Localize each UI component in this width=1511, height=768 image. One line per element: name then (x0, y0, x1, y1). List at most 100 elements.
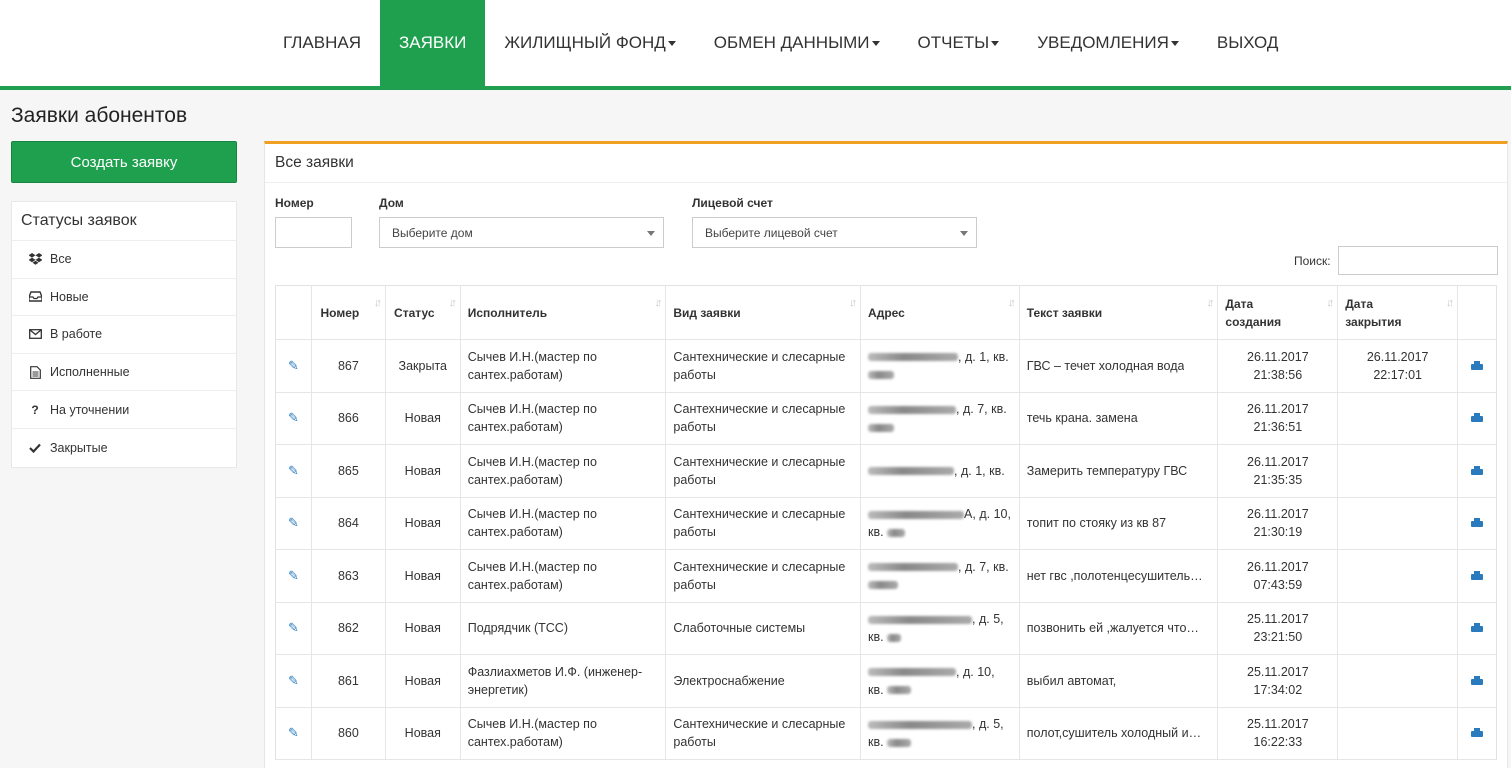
nav-item-housing[interactable]: ЖИЛИЩНЫЙ ФОНД (485, 0, 694, 86)
closed-cell (1338, 655, 1459, 707)
header-status[interactable]: Статус ↓↑ (386, 286, 461, 339)
pencil-icon[interactable]: ✎ (288, 672, 299, 690)
main-nav: ГЛАВНАЯ ЗАЯВКИ ЖИЛИЩНЫЙ ФОНД ОБМЕН ДАННЫ… (264, 0, 1297, 86)
edit-cell: ✎ (276, 340, 312, 392)
pencil-icon[interactable]: ✎ (288, 567, 299, 585)
header-created[interactable]: Дата создания ↓↑ (1218, 286, 1339, 339)
nav-item-requests[interactable]: ЗАЯВКИ (379, 0, 486, 86)
sort-icon: ↓↑ (849, 297, 857, 309)
printer-icon[interactable] (1471, 570, 1484, 581)
printer-icon[interactable] (1471, 413, 1484, 423)
table-row[interactable]: ✎ 867 Закрыта Сычев И.Н.(мастер по сантех.р… (276, 340, 1496, 393)
text-cell: топит по стояку из кв 87 (1020, 497, 1219, 549)
executor-cell: Сычев И.Н.(мастер по сантех.работам) (461, 445, 667, 497)
created-cell: 25.11.2017 17:34:02 (1218, 655, 1339, 707)
status-cell: Новая (386, 602, 461, 654)
text-cell: полот,сушитель холодный и… (1020, 707, 1219, 759)
house-select[interactable]: Выберите дом (379, 217, 664, 248)
address-cell: , д. 7, кв. (861, 392, 1020, 444)
header-print (1458, 286, 1496, 339)
redacted-apartment (887, 686, 912, 695)
number-filter-input[interactable] (275, 217, 352, 248)
chevron-down-icon (960, 231, 968, 236)
executor-cell: Фазлиахметов И.Ф. (инженер-энергетик) (461, 655, 667, 707)
panel-divider (265, 182, 1507, 183)
redacted-apartment (887, 738, 912, 747)
created-cell: 25.11.2017 16:22:33 (1218, 707, 1339, 759)
table-row[interactable]: ✎ 861 Новая Фазлиахметов И.Ф. (инженер-энер… (276, 655, 1496, 708)
requests-panel: Все заявки Номер Дом Выберите дом Лицево… (264, 141, 1508, 768)
printer-icon[interactable] (1471, 675, 1484, 686)
header-edit (276, 286, 312, 339)
nav-item-data-exchange[interactable]: ОБМЕН ДАННЫМИ (695, 0, 899, 86)
header-text[interactable]: Текст заявки ↓↑ (1020, 286, 1219, 339)
table-row[interactable]: ✎ 862 Новая Подрядчик (ТСС) Слаботочные сист… (276, 602, 1496, 655)
number-cell: 867 (312, 340, 386, 392)
created-cell: 26.11.2017 21:35:35 (1218, 445, 1339, 497)
header-address[interactable]: Адрес ↓↑ (861, 286, 1020, 339)
redacted-apartment (887, 528, 906, 537)
printer-icon[interactable] (1471, 518, 1484, 528)
pencil-icon[interactable]: ✎ (288, 357, 299, 375)
text-cell: ГВС – течет холодная вода (1020, 340, 1219, 392)
printer-icon[interactable] (1471, 728, 1484, 738)
header-type[interactable]: Вид заявки ↓↑ (666, 286, 862, 339)
redacted-address (868, 467, 955, 476)
address-cell: , д. 10, кв. (861, 655, 1020, 707)
search-input[interactable] (1338, 246, 1498, 275)
sort-icon: ↓↑ (373, 297, 382, 309)
printer-icon[interactable] (1471, 360, 1484, 371)
closed-cell: 26.11.2017 22:17:01 (1338, 340, 1459, 392)
status-cell: Новая (386, 655, 461, 707)
pencil-icon[interactable]: ✎ (288, 409, 299, 427)
account-filter-label: Лицевой счет (692, 196, 773, 210)
edit-cell: ✎ (276, 445, 312, 497)
table-row[interactable]: ✎ 864 Новая Сычев И.Н.(мастер по сантех.раб… (276, 497, 1496, 550)
pencil-icon[interactable]: ✎ (288, 724, 299, 742)
printer-icon[interactable] (1471, 465, 1484, 476)
status-cell: Новая (386, 445, 461, 497)
table-row[interactable]: ✎ 863 Новая Сычев И.Н.(мастер по сантех.раб… (276, 550, 1496, 603)
account-select[interactable]: Выберите лицевой счет (692, 217, 977, 248)
pencil-icon[interactable]: ✎ (288, 462, 299, 480)
header-closed[interactable]: Дата закрытия ↓↑ (1338, 286, 1459, 339)
check-icon (28, 443, 42, 453)
closed-cell (1338, 445, 1459, 497)
create-request-button[interactable]: Создать заявку (11, 141, 237, 183)
address-cell: , д. 5, кв. (861, 707, 1020, 759)
header-executor[interactable]: Исполнитель ↓↑ (461, 286, 667, 339)
pencil-icon[interactable]: ✎ (288, 619, 299, 637)
number-cell: 865 (312, 445, 386, 497)
status-item-in-progress[interactable]: В работе (12, 316, 236, 354)
type-cell: Сантехнические и слесарные работы (666, 445, 862, 497)
pencil-icon[interactable]: ✎ (288, 514, 299, 532)
redacted-address (868, 405, 957, 414)
type-cell: Электроснабжение (666, 655, 862, 707)
edit-cell: ✎ (276, 392, 312, 444)
status-cell: Новая (386, 550, 461, 602)
executor-cell: Сычев И.Н.(мастер по сантех.работам) (461, 550, 667, 602)
chevron-down-icon (871, 40, 880, 46)
print-cell (1458, 445, 1496, 497)
table-row[interactable]: ✎ 860 Новая Сычев И.Н.(мастер по сантех.раб… (276, 707, 1496, 760)
closed-cell (1338, 602, 1459, 654)
address-cell: , д. 1, кв. (861, 340, 1020, 392)
nav-item-reports[interactable]: ОТЧЕТЫ (899, 0, 1019, 86)
redacted-apartment (887, 633, 902, 642)
table-header: Номер ↓↑ Статус ↓↑ Исполнитель ↓↑ Вид заявк… (276, 286, 1496, 340)
question-icon: ? (31, 402, 39, 417)
table-row[interactable]: ✎ 865 Новая Сычев И.Н.(мастер по сантех.раб… (276, 445, 1496, 498)
executor-cell: Подрядчик (ТСС) (461, 602, 667, 654)
status-item-clarification[interactable]: ? На уточнении (12, 391, 236, 429)
status-cell: Новая (386, 497, 461, 549)
nav-item-logout[interactable]: ВЫХОД (1198, 0, 1298, 86)
status-item-new[interactable]: Новые (12, 279, 236, 317)
printer-icon[interactable] (1471, 623, 1484, 633)
status-item-closed[interactable]: Закрытые (12, 429, 236, 467)
nav-item-notifications[interactable]: УВЕДОМЛЕНИЯ (1018, 0, 1198, 86)
table-row[interactable]: ✎ 866 Новая Сычев И.Н.(мастер по сантех.раб… (276, 392, 1496, 445)
nav-item-home[interactable]: ГЛАВНАЯ (264, 0, 380, 86)
status-item-done[interactable]: Исполненные (12, 354, 236, 392)
status-item-all[interactable]: Все (12, 241, 236, 279)
header-number[interactable]: Номер ↓↑ (312, 286, 386, 339)
